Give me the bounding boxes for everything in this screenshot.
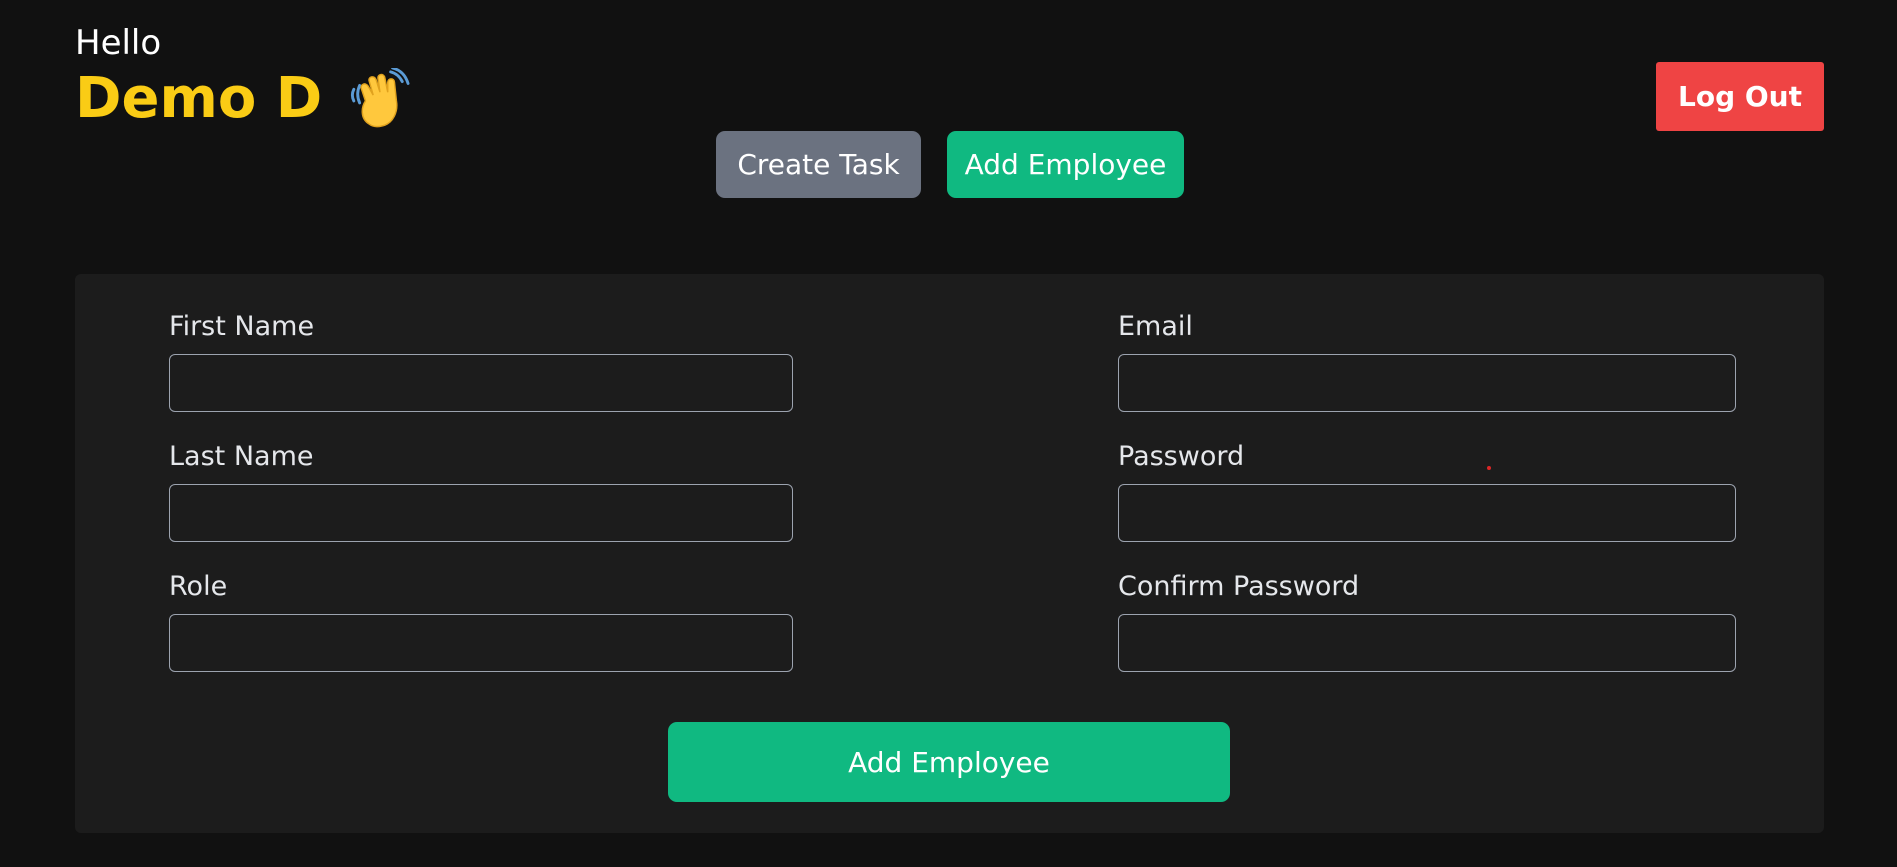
user-name: Demo D [75, 66, 323, 131]
confirm-password-field: Confirm Password [1118, 570, 1736, 672]
last-name-label: Last Name [169, 441, 314, 472]
create-task-button[interactable]: Create Task [716, 131, 921, 198]
confirm-password-label: Confirm Password [1118, 571, 1360, 602]
password-label: Password [1118, 441, 1245, 472]
email-label: Email [1118, 311, 1193, 342]
first-name-input[interactable] [169, 354, 793, 412]
password-field: Password [1118, 440, 1736, 542]
cursor-dot [1487, 466, 1491, 470]
password-input[interactable] [1118, 484, 1736, 542]
first-name-label: First Name [169, 311, 315, 342]
user-name-row: Demo D [75, 66, 410, 132]
logout-button[interactable]: Log Out [1656, 62, 1824, 131]
confirm-password-input[interactable] [1118, 614, 1736, 672]
email-field: Email [1118, 310, 1736, 412]
greeting-block: Hello Demo D [75, 22, 410, 132]
admin-dashboard: Hello Demo D Log Out Create Task Add Emp… [0, 0, 1897, 867]
last-name-input[interactable] [169, 484, 793, 542]
last-name-field: Last Name [169, 440, 793, 542]
action-tabs: Create Task Add Employee [716, 131, 1184, 198]
add-employee-form: First Name Last Name Role Email Password… [75, 274, 1824, 833]
waving-hand-icon [348, 66, 410, 130]
role-field: Role [169, 570, 793, 672]
role-input[interactable] [169, 614, 793, 672]
first-name-field: First Name [169, 310, 793, 412]
email-input[interactable] [1118, 354, 1736, 412]
role-label: Role [169, 571, 228, 602]
greeting-text: Hello [75, 23, 162, 63]
add-employee-tab-button[interactable]: Add Employee [947, 131, 1184, 198]
add-employee-submit-button[interactable]: Add Employee [668, 722, 1230, 802]
